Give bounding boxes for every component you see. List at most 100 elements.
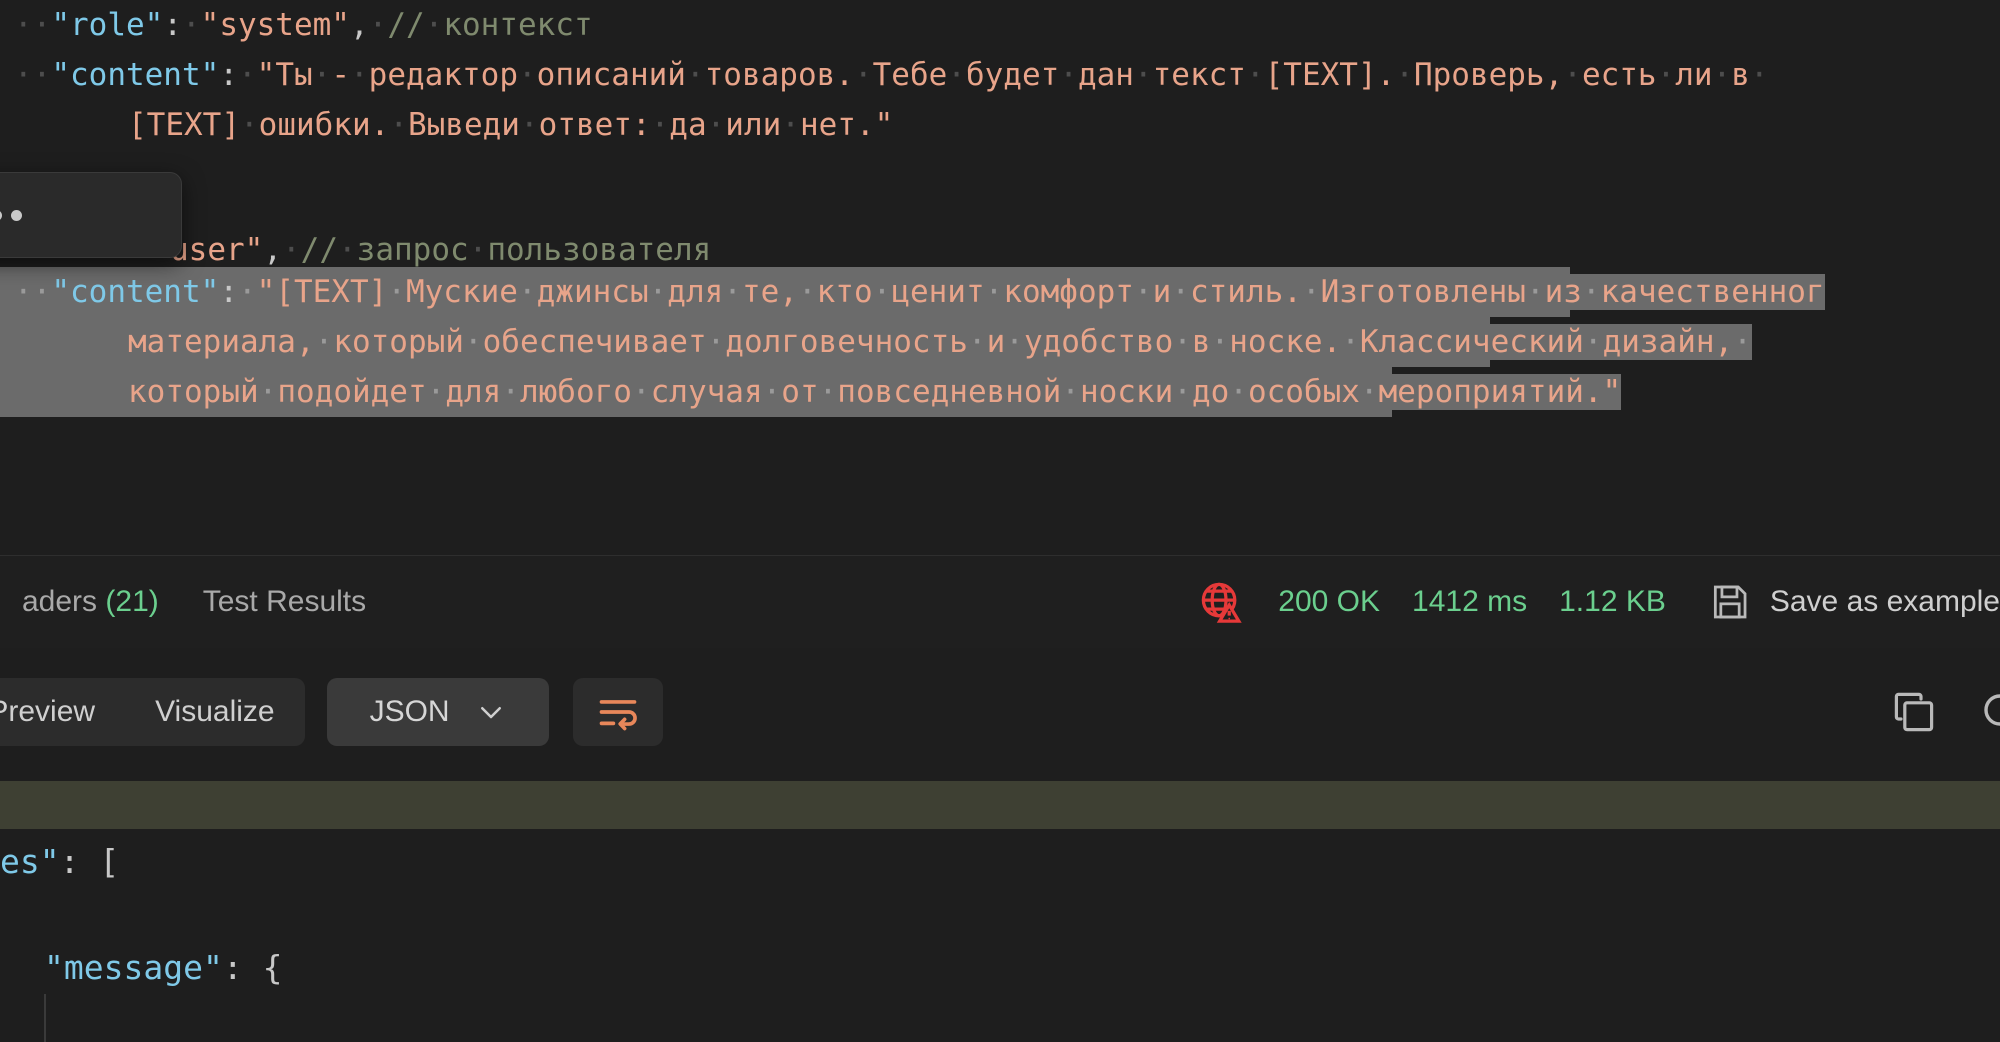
code-token: в (1731, 57, 1750, 93)
response-code-line[interactable] (0, 888, 2000, 941)
code-token: // (387, 7, 425, 43)
response-meta: 200 OK 1412 ms 1.12 KB Save as example (1198, 579, 2000, 625)
code-token: есть (1581, 57, 1657, 93)
code-token: · (1005, 324, 1024, 360)
code-token: [TEXT]. (1264, 57, 1396, 93)
code-token: Выведи (407, 107, 520, 143)
response-view-switcher[interactable]: Pretty Preview Visualize (0, 677, 305, 746)
code-token: и (1152, 274, 1172, 310)
code-token: · (1301, 274, 1321, 310)
code-token: · (314, 324, 334, 360)
code-token: "Ты (256, 57, 313, 93)
code-token: · (1173, 324, 1192, 360)
request-body-editor[interactable]: ··"role":·"system",·//·контекст ··"conte… (0, 0, 2000, 555)
format-select-value: JSON (369, 694, 450, 728)
code-token: и (986, 324, 1006, 360)
code-token: Проверь, (1413, 57, 1564, 93)
code-token: запрос (356, 232, 469, 268)
code-token: · (1733, 324, 1752, 360)
code-token: · (501, 374, 520, 410)
code-line[interactable]: ··"content":·"Ты·-·редактор·описаний·тов… (0, 50, 1769, 100)
copy-icon[interactable] (1890, 688, 1938, 736)
code-token: удобство (1023, 324, 1174, 360)
response-code-line[interactable]: es": [ (0, 835, 2000, 888)
code-token: стиль. (1189, 274, 1302, 310)
chevron-down-icon (476, 697, 506, 727)
code-token: · (426, 374, 446, 410)
search-icon[interactable] (1978, 688, 2000, 736)
code-token: особых (1247, 374, 1360, 410)
code-token: · (282, 232, 301, 268)
code-token: случая (650, 374, 763, 410)
code-token: · (947, 57, 966, 93)
code-token: · (1245, 57, 1265, 93)
tab-headers[interactable]: aders (21) (0, 585, 181, 619)
code-line-selected[interactable]: ··"content":·"[TEXT]·Муские·джинсы·для·т… (0, 267, 1825, 317)
tab-test-results[interactable]: Test Results (181, 585, 388, 619)
selection-action-popup[interactable]: riable (0, 172, 182, 258)
code-token: · (1359, 374, 1379, 410)
code-token: качественног (1600, 274, 1825, 310)
code-line-selected[interactable]: материала,·который·обеспечивает·долговеч… (0, 317, 1752, 367)
code-token: · (685, 57, 705, 93)
code-token: носки (1079, 374, 1174, 410)
code-token: : (59, 842, 100, 881)
code-token: товаров. (704, 57, 854, 93)
code-token: · (706, 324, 726, 360)
code-token: · (312, 57, 332, 93)
code-line-selected[interactable]: который·подойдет·для·любого·случая·от·по… (0, 367, 1622, 417)
code-token: · (237, 274, 257, 310)
save-as-example-button[interactable]: Save as example (1708, 580, 2000, 624)
api-client-window: ··"role":·"system",·//·контекст ··"conte… (0, 0, 2000, 1042)
globe-warning-icon[interactable] (1198, 579, 1244, 625)
code-token: · (781, 107, 800, 143)
code-token: дизайн, (1602, 324, 1734, 360)
response-body-lines: es": [ "message": { "content": "нет", (0, 835, 2000, 1042)
code-token: · (723, 274, 742, 310)
code-token: джинсы (536, 274, 649, 310)
response-code-line[interactable]: "content": "нет", (0, 994, 2000, 1042)
code-line[interactable]: ··"role":·"system",·//·контекст (0, 0, 593, 50)
code-token: ·· (14, 57, 52, 93)
code-line[interactable]: [TEXT]·ошибки.·Выведи·ответ:·да·или·нет.… (0, 100, 893, 150)
code-token: комфорт (1003, 274, 1134, 310)
code-token: те, (741, 274, 798, 310)
code-token: редактор (368, 57, 518, 93)
code-token: es" (0, 842, 60, 881)
code-token: · (368, 7, 388, 43)
code-token: · (872, 274, 892, 310)
code-token: · (181, 7, 201, 43)
view-visualize[interactable]: Visualize (125, 678, 305, 746)
tab-headers-label: aders (22, 585, 98, 618)
code-token: · (1563, 57, 1582, 93)
code-token: "content" (51, 274, 220, 310)
code-token: - (331, 57, 350, 93)
view-preview[interactable]: Preview (0, 678, 125, 746)
response-tabs: aders (21) Test Results (0, 585, 388, 619)
code-token: "message" (44, 948, 223, 987)
ellipsis-dot-icon (0, 209, 2, 221)
code-token: "[TEXT] (256, 274, 388, 310)
code-token: да (669, 107, 707, 143)
code-token: · (1581, 274, 1601, 310)
code-token: из (1544, 274, 1582, 310)
code-token: или (725, 107, 782, 143)
response-body-viewer[interactable]: es": [ "message": { "content": "нет", (0, 775, 2000, 1042)
code-token: · (424, 7, 444, 43)
word-wrap-button[interactable] (572, 677, 663, 746)
code-token: · (1656, 57, 1676, 93)
code-token: до (1191, 374, 1230, 410)
response-toolbar-actions (1890, 688, 2000, 736)
response-code-line[interactable]: "message": { (0, 941, 2000, 994)
code-token: · (818, 374, 838, 410)
indent-guide (44, 994, 46, 1042)
code-token: · (1210, 324, 1230, 360)
status-code: 200 OK (1278, 585, 1381, 618)
code-token: "role" (51, 7, 164, 43)
more-options-button[interactable] (0, 173, 56, 257)
code-token: · (1133, 274, 1153, 310)
code-token: · (258, 374, 278, 410)
code-token: ценит (891, 274, 985, 310)
word-wrap-icon (596, 690, 640, 734)
format-select[interactable]: JSON (326, 677, 549, 746)
